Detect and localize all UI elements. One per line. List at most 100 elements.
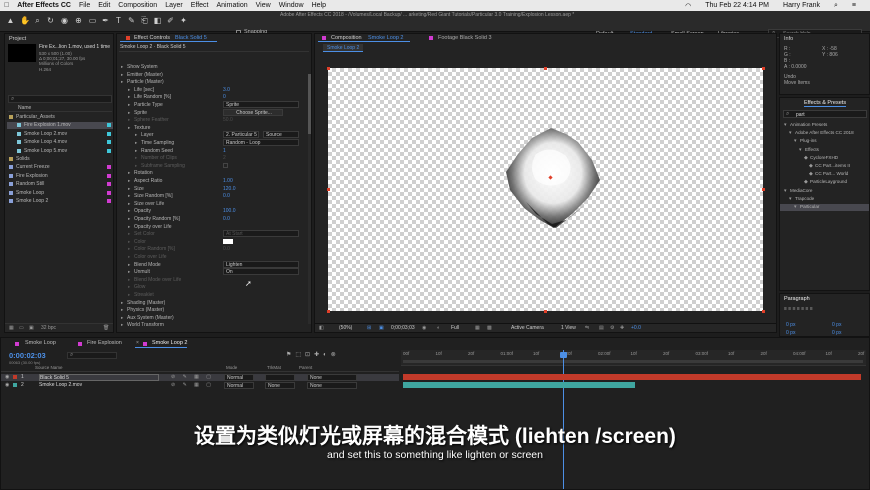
layer-bar-black-solid-5[interactable] <box>403 374 861 380</box>
bounding-handle[interactable] <box>544 310 547 313</box>
menu-effect[interactable]: Effect <box>191 2 209 9</box>
interpret-footage-icon[interactable]: ▦ <box>9 325 14 331</box>
effect-property-dropdown[interactable]: 2. Particular 5 <box>223 131 259 139</box>
pen-tool-icon[interactable]: ✒ <box>101 16 110 25</box>
safe-margins-icon[interactable]: ⊞ <box>367 325 371 331</box>
effects-tree-item[interactable]: ▾ MediaCore <box>780 188 869 195</box>
search-icon[interactable]: ⌕ <box>834 2 838 10</box>
disclosure-triangle-icon[interactable]: ▸ <box>135 132 137 138</box>
source-name-column[interactable]: Source Name <box>35 365 63 370</box>
visibility-eye-icon[interactable]: ◉ <box>5 374 9 380</box>
layer-parent-dropdown[interactable]: None <box>307 382 357 389</box>
effects-tree-item[interactable]: ▾ Effects <box>780 147 869 154</box>
label-color-swatch[interactable] <box>107 199 111 203</box>
disclosure-triangle-icon[interactable]: ▸ <box>121 72 123 78</box>
indent-right-value[interactable]: 0 px <box>832 322 841 328</box>
menu-view[interactable]: View <box>256 2 271 9</box>
disclosure-triangle-icon[interactable]: ▸ <box>128 231 130 237</box>
layer-mode-dropdown[interactable]: Normal <box>224 374 254 381</box>
layer-label-color[interactable] <box>13 383 17 387</box>
pan-behind-tool-icon[interactable]: ⊕ <box>74 16 83 25</box>
effects-tree-item[interactable]: ▾ Particular <box>780 204 869 211</box>
space-before-value[interactable]: 0 px <box>786 330 795 336</box>
show-channel-icon[interactable]: ◐ <box>437 325 440 331</box>
menu-file[interactable]: File <box>79 2 90 9</box>
effects-tree-item[interactable]: ◆ CycloreFXHD <box>780 155 869 162</box>
layer-name[interactable]: Smoke Loop 2.mov <box>39 382 159 389</box>
label-color-swatch[interactable] <box>107 173 111 178</box>
timeline-tab-smoke-loop-2[interactable]: Smoke Loop 2 <box>152 340 187 346</box>
parent-column[interactable]: Parent <box>299 365 312 370</box>
disclosure-triangle-icon[interactable]: ▸ <box>128 170 130 176</box>
pixel-aspect-icon[interactable]: ⇋ <box>585 325 589 331</box>
menu-list-icon[interactable]: ≡ <box>852 2 856 10</box>
effects-presets-tab[interactable]: Effects & Presets <box>804 100 847 107</box>
layer-label-color[interactable] <box>13 375 17 379</box>
disclosure-triangle-icon[interactable]: ▸ <box>121 322 123 328</box>
effect-property-dropdown[interactable]: Random - Loop <box>223 139 299 146</box>
disclosure-triangle-icon[interactable]: ▸ <box>128 277 130 283</box>
disclosure-triangle-icon[interactable]: ▸ <box>121 315 123 321</box>
disclosure-triangle-icon[interactable]: ▸ <box>128 193 130 199</box>
label-color-swatch[interactable] <box>107 190 111 195</box>
effect-property-value[interactable]: 1.00 <box>223 178 233 184</box>
mode-column[interactable]: Mode <box>226 365 237 370</box>
effects-tree-item[interactable]: ▾ Trapcode <box>780 196 869 203</box>
layer-switches[interactable]: ⊘ ✎ ▦ ▢ <box>171 374 214 380</box>
disclosure-triangle-icon[interactable]: ▸ <box>135 163 137 169</box>
effect-controls-scrollbar[interactable] <box>308 74 311 324</box>
effect-property-value[interactable]: 0.0 <box>223 216 230 222</box>
project-item[interactable]: Fire Explosion <box>7 173 113 180</box>
effect-property-value[interactable]: 0 <box>223 94 226 100</box>
playhead-handle[interactable] <box>560 352 567 358</box>
timeline-switch-icons[interactable]: ⚑⬚⊡✚◐⊗ <box>286 351 340 358</box>
disclosure-triangle-icon[interactable]: ▸ <box>128 224 130 230</box>
menu-edit[interactable]: Edit <box>98 2 110 9</box>
disclosure-triangle-icon[interactable]: ▸ <box>135 140 137 146</box>
effects-tree-item[interactable]: ◆ CC Part... World <box>780 171 869 178</box>
disclosure-triangle-icon[interactable]: ▸ <box>128 216 130 222</box>
view-layout-select[interactable]: 1 View <box>561 325 576 331</box>
info-tab[interactable]: Info <box>784 36 793 42</box>
layer-name[interactable]: Black Solid 5 <box>39 374 159 381</box>
effect-property-value[interactable]: 1 <box>223 148 226 154</box>
project-item[interactable]: Current Freeze <box>7 164 113 171</box>
menu-composition[interactable]: Composition <box>118 2 157 9</box>
effects-tree-item[interactable]: ◆ ParticleLayground <box>780 179 869 186</box>
composition-tab[interactable]: Composition Smoke Loop 2 <box>318 35 410 42</box>
disclosure-triangle-icon[interactable]: ▸ <box>128 94 130 100</box>
color-swatch[interactable] <box>223 238 233 244</box>
time-ruler[interactable]: 00f 10f 20f 01:00f 10f 20f 02:00f 10f 20f 03:00f 1… <box>401 350 866 366</box>
disclosure-triangle-icon[interactable]: ▸ <box>135 148 137 154</box>
disclosure-triangle-icon[interactable]: ▸ <box>128 292 130 298</box>
effect-property-value[interactable]: 0.0 <box>223 246 230 252</box>
disclosure-triangle-icon[interactable]: ▸ <box>128 246 130 252</box>
timeline-search-input[interactable]: ⌕ <box>67 352 117 359</box>
project-item[interactable]: Fire Explosion 1.mov <box>7 122 113 130</box>
align-buttons[interactable]: ≡ ≡ ≡ ≡ ≡ ≡ ≡ <box>784 306 813 312</box>
label-color-swatch[interactable] <box>107 182 111 187</box>
disclosure-triangle-icon[interactable]: ▸ <box>128 239 130 245</box>
work-area-bar[interactable] <box>403 360 863 363</box>
bounding-handle[interactable] <box>762 188 765 191</box>
menu-window[interactable]: Window <box>279 2 304 9</box>
resolution-select[interactable]: Full <box>451 325 459 331</box>
effect-controls-tab[interactable]: Effect Controls Black Solid 5 <box>120 35 217 42</box>
new-folder-icon[interactable]: ▭ <box>19 325 24 331</box>
type-tool-icon[interactable]: T <box>114 16 123 25</box>
disclosure-triangle-icon[interactable]: ▸ <box>128 254 130 260</box>
disclosure-triangle-icon[interactable]: ▸ <box>121 79 123 85</box>
effects-tree-item[interactable]: ▾ Adobe After Effects CC 2018 <box>780 130 869 137</box>
transparency-grid-icon[interactable]: ▩ <box>487 325 492 331</box>
choose-sprite-button[interactable]: Choose Sprite... <box>223 108 283 116</box>
timeline-tab-fire-explosion[interactable]: Fire Explosion <box>87 340 122 346</box>
current-time-display[interactable]: 0;00;03;03 <box>391 325 415 331</box>
bounding-handle[interactable] <box>327 188 330 191</box>
disclosure-triangle-icon[interactable]: ▸ <box>121 300 123 306</box>
disclosure-triangle-icon[interactable]: ▸ <box>128 87 130 93</box>
project-tab[interactable]: Project <box>9 36 26 42</box>
project-item[interactable]: Smoke Loop 2.mov <box>7 131 113 138</box>
region-of-interest-icon[interactable]: ▣ <box>379 325 384 331</box>
project-item[interactable]: Solids <box>7 156 113 163</box>
bounding-handle[interactable] <box>762 67 765 70</box>
